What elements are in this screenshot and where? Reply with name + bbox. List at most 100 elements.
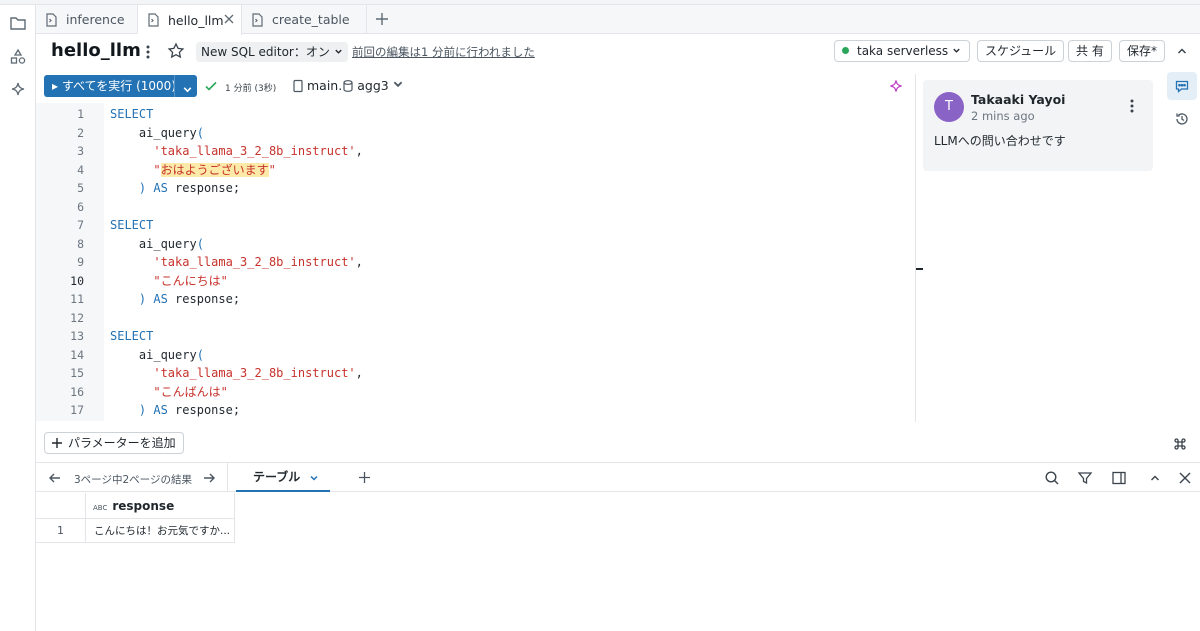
code-line[interactable]: 10 "こんにちは" xyxy=(36,272,916,291)
right-icon-panel xyxy=(1165,70,1200,422)
editor-mode-toggle[interactable]: New SQL editor：オン xyxy=(196,42,348,62)
chevron-down-icon xyxy=(310,475,318,481)
code-text: "こんばんは" xyxy=(153,384,228,399)
favorite-star-icon[interactable] xyxy=(167,42,185,60)
next-result-arrow-icon[interactable] xyxy=(202,471,216,485)
keyboard-shortcut-icon[interactable] xyxy=(1173,437,1187,451)
last-edited-link[interactable]: 前回の編集は1 分前に行われました xyxy=(352,44,535,60)
code-text: ai_query( xyxy=(110,347,204,362)
line-number: 11 xyxy=(70,292,84,306)
code-line[interactable]: 5 ) AS response; xyxy=(36,179,916,198)
save-button[interactable]: 保存* xyxy=(1119,40,1166,62)
line-number: 13 xyxy=(70,329,84,343)
code-line[interactable]: 17 ) AS response; xyxy=(36,401,916,420)
close-icon[interactable] xyxy=(223,13,235,25)
code-text: SELECT xyxy=(110,329,154,343)
line-number: 15 xyxy=(70,366,84,380)
tab-table[interactable]: テーブル xyxy=(236,463,330,492)
catalog-name: main xyxy=(307,78,339,93)
more-options-icon[interactable] xyxy=(1126,97,1138,115)
add-tab-icon[interactable] xyxy=(374,11,390,27)
catalog-icon xyxy=(293,79,303,92)
comment-time: 2 mins ago xyxy=(971,109,1035,123)
row-number: 1 xyxy=(57,524,64,537)
chevron-up-icon[interactable] xyxy=(1147,470,1163,486)
chevron-down-icon xyxy=(334,45,343,59)
table-row[interactable]: 1 こんにちは！お元気ですか... xyxy=(36,519,235,543)
query-file-icon xyxy=(146,13,160,27)
assistant-sparkle-icon[interactable] xyxy=(888,79,904,95)
chevron-down-icon xyxy=(952,44,961,58)
tab-create-table[interactable]: create_table xyxy=(242,5,367,34)
code-line[interactable]: 1 SELECT xyxy=(36,105,916,124)
code-text: ) AS response; xyxy=(138,403,241,417)
shapes-icon[interactable] xyxy=(9,48,27,66)
chevron-down-icon xyxy=(392,77,407,94)
line-number: 4 xyxy=(77,162,84,177)
catalog-schema-selector[interactable]: main . agg3 xyxy=(292,77,407,94)
table-cell[interactable]: こんにちは！お元気ですか... xyxy=(85,519,235,543)
panel-layout-icon[interactable] xyxy=(1111,470,1127,486)
assistant-sparkle-icon[interactable] xyxy=(9,81,27,99)
panel-divider[interactable] xyxy=(915,74,916,422)
code-text: "おはようございます" xyxy=(153,162,276,177)
sql-editor[interactable]: 1 SELECT 2 ai_query(3 'taka_llama_3_2_8b_i… xyxy=(36,103,916,421)
run-info: 1 分前 (3秒) xyxy=(225,81,276,94)
filter-icon[interactable] xyxy=(1077,470,1093,486)
tab-inference[interactable]: inference xyxy=(36,5,138,34)
code-text: ai_query( xyxy=(110,125,204,140)
line-number: 10 xyxy=(70,273,84,288)
code-line[interactable]: 2 ai_query( xyxy=(36,124,916,143)
folder-icon[interactable] xyxy=(9,14,27,32)
add-parameter-button[interactable]: パラメーターを追加 xyxy=(44,432,184,454)
search-icon[interactable] xyxy=(1044,470,1060,486)
run-time: 1 分前 xyxy=(225,84,252,94)
query-file-icon xyxy=(44,12,58,27)
code-line[interactable]: 3 'taka_llama_3_2_8b_instruct', xyxy=(36,142,916,161)
code-line[interactable]: 14 ai_query( xyxy=(36,346,916,365)
line-number: 6 xyxy=(77,199,84,214)
query-file-icon xyxy=(250,12,264,27)
column-header-response[interactable]: ABC response xyxy=(85,493,235,519)
line-number: 1 xyxy=(77,107,84,121)
table-header-row: ABC response xyxy=(36,493,235,519)
line-number: 16 xyxy=(70,384,84,399)
chevron-down-icon[interactable] xyxy=(182,80,193,93)
resize-handle[interactable] xyxy=(916,268,923,270)
code-line[interactable]: 6 xyxy=(36,198,916,217)
code-line[interactable]: 13 SELECT xyxy=(36,327,916,346)
avatar: T xyxy=(934,92,964,122)
code-line[interactable]: 7 SELECT xyxy=(36,216,916,235)
code-line[interactable]: 12 xyxy=(36,309,916,328)
code-text: ) AS response; xyxy=(138,292,241,306)
run-duration: (3秒) xyxy=(254,84,277,94)
more-options-icon[interactable] xyxy=(141,43,155,61)
comments-toggle[interactable] xyxy=(1167,72,1197,100)
close-icon[interactable] xyxy=(1177,470,1193,486)
previous-result-arrow-icon[interactable] xyxy=(48,471,62,485)
tab-hello-llm[interactable]: hello_llm xyxy=(138,5,242,35)
code-line[interactable]: 15 'taka_llama_3_2_8b_instruct', xyxy=(36,364,916,383)
compute-selector[interactable]: taka serverless xyxy=(834,40,970,62)
share-button[interactable]: 共 有 xyxy=(1068,40,1112,62)
history-icon[interactable] xyxy=(1174,111,1190,127)
schedule-button[interactable]: スケジュール xyxy=(977,40,1065,62)
code-line[interactable]: 8 ai_query( xyxy=(36,235,916,254)
line-number: 7 xyxy=(77,218,84,232)
code-line[interactable]: 4 "おはようございます" xyxy=(36,161,916,180)
tab-label: hello_llm xyxy=(168,12,224,28)
chevron-up-icon[interactable] xyxy=(1176,45,1188,57)
code-line[interactable]: 11 ) AS response; xyxy=(36,290,916,309)
line-number: 2 xyxy=(77,125,84,140)
code-text: 'taka_llama_3_2_8b_instruct', xyxy=(153,255,363,269)
database-icon xyxy=(343,79,353,92)
page-title: hello_llm xyxy=(51,40,141,61)
code-line[interactable]: 9 'taka_llama_3_2_8b_instruct', xyxy=(36,253,916,272)
comment-text: LLMへの問い合わせです xyxy=(934,134,1066,148)
column-label: response xyxy=(112,499,175,513)
comment-author: Takaaki Yayoi xyxy=(971,92,1066,107)
add-visualization-icon[interactable] xyxy=(358,471,371,484)
code-line[interactable]: 16 "こんばんは" xyxy=(36,383,916,402)
line-number: 17 xyxy=(70,403,84,417)
run-all-button[interactable]: ▸ すべてを実行 (1000) xyxy=(44,75,197,97)
